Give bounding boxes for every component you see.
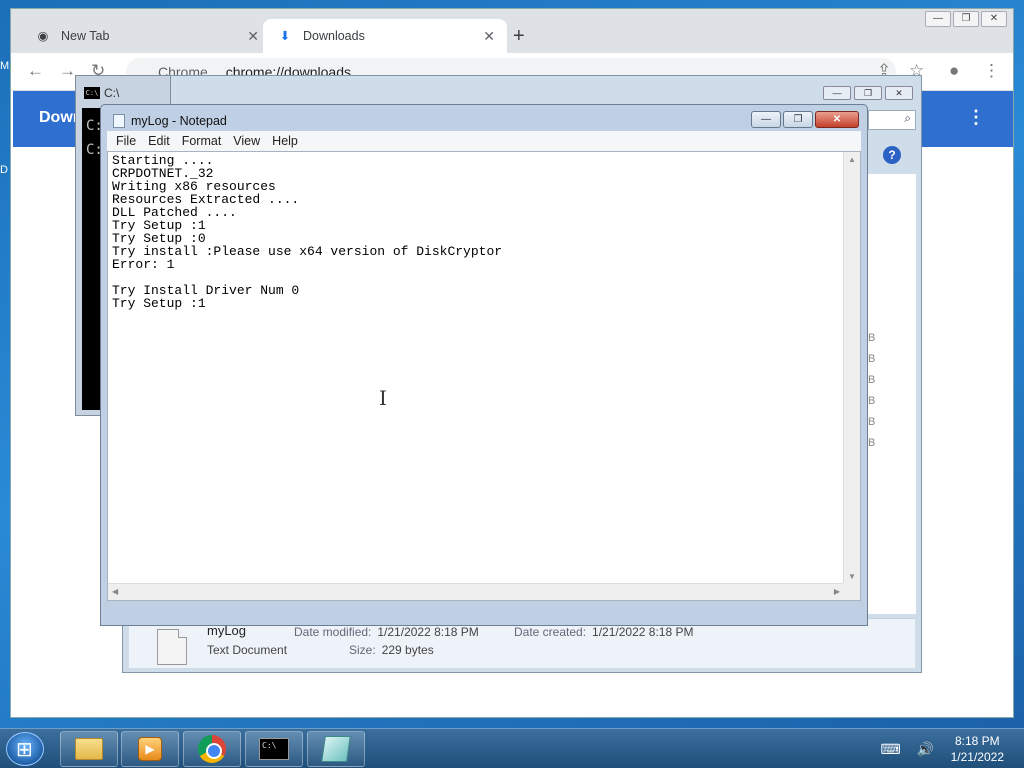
taskbar-notepad[interactable] — [307, 731, 365, 767]
details-date-created: Date created: 1/21/2022 8:18 PM — [514, 625, 693, 639]
maximize-button[interactable]: ❐ — [854, 86, 882, 100]
maximize-button[interactable]: ❐ — [783, 111, 813, 128]
new-tab-button[interactable]: + — [513, 25, 525, 48]
close-button[interactable]: ✕ — [815, 111, 859, 128]
size-value: 229 bytes — [381, 643, 434, 657]
clock-time: 8:18 PM — [954, 734, 1000, 748]
tab-label: New Tab — [61, 29, 110, 43]
file-list-pane — [866, 174, 916, 614]
menu-icon[interactable]: ⋮ — [983, 61, 1000, 81]
size-label: Size: — [349, 643, 376, 657]
clock-date: 1/21/2022 — [950, 750, 1004, 764]
created-label: Date created: — [514, 625, 587, 639]
menu-format[interactable]: Format — [182, 134, 222, 148]
back-icon[interactable]: ← — [27, 61, 44, 81]
menu-edit[interactable]: Edit — [148, 134, 170, 148]
tab-label: Downloads — [303, 29, 365, 43]
desktop-label-2: D — [0, 164, 8, 176]
cmd-title: C:\ — [104, 86, 120, 100]
resize-grip[interactable] — [843, 583, 860, 600]
maximize-button[interactable]: ❐ — [953, 11, 979, 27]
menu-view[interactable]: View — [233, 134, 260, 148]
close-tab-button[interactable]: ✕ — [483, 28, 495, 45]
notepad-window-buttons: — ❐ ✕ — [749, 111, 859, 128]
start-button[interactable] — [6, 732, 44, 766]
notepad-title-bar: myLog - Notepad — [113, 111, 227, 131]
chrome-icon: ◉ — [37, 29, 49, 43]
vertical-scrollbar[interactable]: ▲ ▼ — [843, 152, 860, 584]
taskbar-explorer[interactable] — [60, 731, 118, 767]
notepad-text-content[interactable]: Starting .... CRPDOTNET._32 Writing x86 … — [112, 154, 836, 600]
menu-help[interactable]: Help — [272, 134, 298, 148]
taskbar-clock[interactable]: 8:18 PM 1/21/2022 — [951, 733, 1004, 765]
notepad-window: myLog - Notepad — ❐ ✕ File Edit Format V… — [100, 104, 868, 626]
cmd-icon: C:\ — [259, 738, 289, 760]
size-cell: B — [868, 395, 876, 407]
notepad-icon — [113, 114, 125, 128]
tab-downloads[interactable]: ⬇ Downloads ✕ — [263, 19, 507, 53]
minimize-button[interactable]: — — [925, 11, 951, 27]
media-player-icon: ▶ — [138, 737, 162, 761]
taskbar: ▶ C:\ ⌨ 🔊 8:18 PM 1/21/2022 — [0, 728, 1024, 768]
forward-icon[interactable]: → — [59, 61, 76, 81]
chrome-window-buttons: — ❐ ✕ — [923, 11, 1007, 27]
notepad-icon — [321, 736, 351, 762]
size-cell: B — [868, 332, 876, 344]
notepad-edit-area[interactable]: Starting .... CRPDOTNET._32 Writing x86 … — [107, 151, 861, 601]
taskbar-media-player[interactable]: ▶ — [121, 731, 179, 767]
notepad-title: myLog - Notepad — [131, 114, 227, 128]
scroll-left-icon[interactable]: ◀ — [112, 587, 118, 596]
explorer-window-buttons: — ❐ ✕ — [820, 86, 913, 100]
taskbar-cmd[interactable]: C:\ — [245, 731, 303, 767]
size-cell: B — [868, 437, 876, 449]
details-date-modified: Date modified: 1/21/2022 8:18 PM — [294, 625, 479, 639]
minimize-button[interactable]: — — [751, 111, 781, 128]
downloads-menu-icon[interactable]: ⋮ — [967, 107, 985, 128]
profile-icon[interactable]: ● — [949, 61, 959, 81]
tab-strip: ◉ New Tab ✕ ⬇ Downloads ✕ + — ❐ ✕ — [11, 9, 1013, 53]
cmd-icon: C:\ — [84, 87, 100, 99]
search-icon: ⌕ — [904, 111, 911, 125]
close-button[interactable]: ✕ — [885, 86, 913, 100]
tab-new-tab[interactable]: ◉ New Tab ✕ — [21, 19, 271, 53]
taskbar-chrome[interactable] — [183, 731, 241, 767]
details-size: Size: 229 bytes — [349, 643, 434, 657]
scroll-right-icon[interactable]: ▶ — [834, 587, 840, 596]
chrome-icon — [198, 735, 226, 763]
explorer-search-box[interactable]: ⌕ — [868, 110, 916, 130]
modified-value: 1/21/2022 8:18 PM — [377, 625, 479, 639]
text-file-icon — [157, 629, 187, 665]
scroll-down-icon[interactable]: ▼ — [844, 572, 860, 581]
explorer-icon — [75, 738, 103, 760]
created-value: 1/21/2022 8:18 PM — [592, 625, 694, 639]
minimize-button[interactable]: — — [823, 86, 851, 100]
text-cursor-icon: I — [379, 386, 387, 410]
help-icon[interactable]: ? — [883, 146, 901, 164]
notepad-menu-bar: File Edit Format View Help — [107, 131, 861, 151]
horizontal-scrollbar[interactable]: ◀ ▶ — [108, 583, 844, 600]
size-cell: B — [868, 416, 876, 428]
close-tab-button[interactable]: ✕ — [247, 28, 259, 45]
close-button[interactable]: ✕ — [981, 11, 1007, 27]
desktop-label-1: M — [0, 60, 10, 72]
modified-label: Date modified: — [294, 625, 372, 639]
size-cell: B — [868, 353, 876, 365]
download-icon: ⬇ — [279, 29, 291, 43]
system-tray[interactable]: ⌨ 🔊 — [880, 741, 940, 758]
cmd-title-bar: C:\ C:\ — [84, 86, 119, 100]
menu-file[interactable]: File — [116, 134, 136, 148]
details-file-type: Text Document — [207, 643, 288, 657]
scroll-up-icon[interactable]: ▲ — [844, 155, 860, 164]
size-cell: B — [868, 374, 876, 386]
